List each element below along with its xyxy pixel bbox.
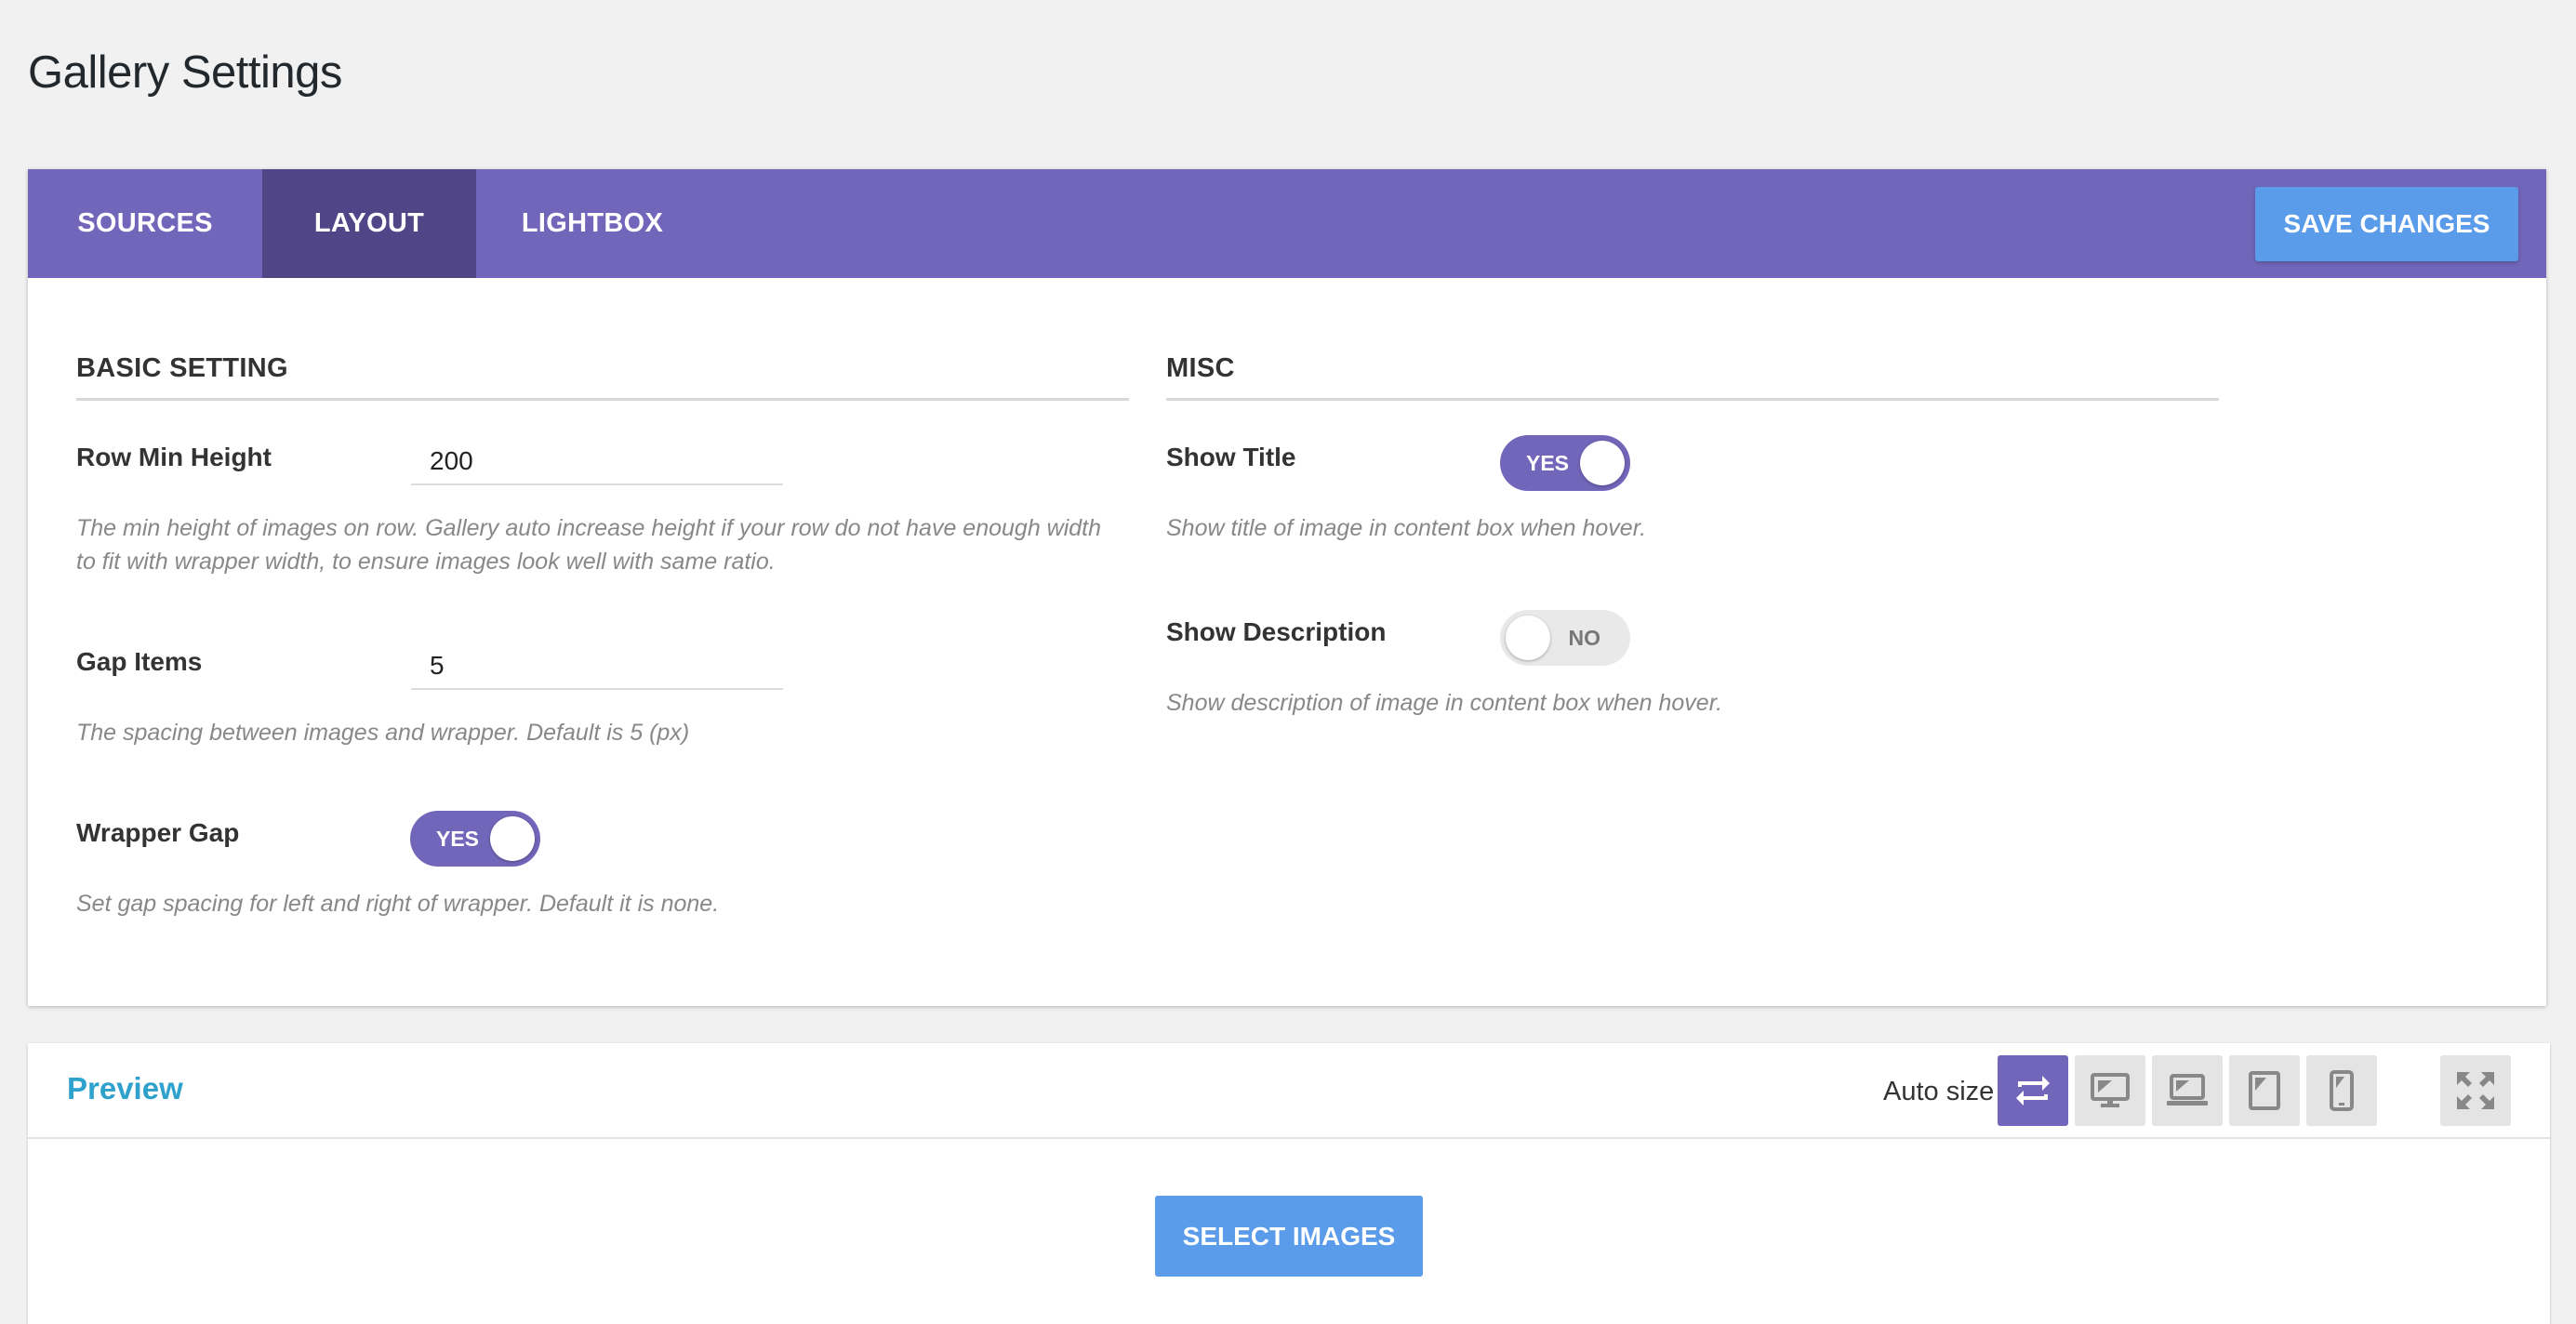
desktop-button[interactable] <box>2075 1055 2145 1126</box>
laptop-button[interactable] <box>2152 1055 2223 1126</box>
fullscreen-icon <box>2457 1072 2494 1109</box>
mobile-icon <box>2330 1070 2354 1111</box>
fullscreen-button[interactable] <box>2440 1055 2511 1126</box>
preview-title: Preview <box>67 1071 183 1106</box>
basic-setting-heading: BASIC SETTING <box>76 353 288 383</box>
show-description-toggle[interactable]: NO <box>1500 610 1630 666</box>
wrapper-gap-label: Wrapper Gap <box>76 818 240 847</box>
mobile-button[interactable] <box>2306 1055 2377 1126</box>
show-title-help: Show title of image in content box when … <box>1166 515 1647 541</box>
tablet-icon <box>2249 1071 2280 1110</box>
preview-header: Preview Auto size <box>28 1043 2550 1139</box>
tablet-button[interactable] <box>2229 1055 2300 1126</box>
show-title-toggle-state: YES <box>1526 451 1570 475</box>
tab-bar: SOURCES LAYOUT LIGHTBOX SAVE CHANGES <box>28 169 2546 278</box>
select-images-button[interactable]: SELECT IMAGES <box>1155 1196 1423 1277</box>
wrapper-gap-toggle-state: YES <box>436 827 480 851</box>
show-title-label: Show Title <box>1166 443 1296 471</box>
settings-panel: SOURCES LAYOUT LIGHTBOX SAVE CHANGES BAS… <box>28 169 2546 1006</box>
row-min-height-help: The min height of images on row. Gallery… <box>76 511 1174 578</box>
laptop-icon <box>2167 1074 2208 1106</box>
tab-sources[interactable]: SOURCES <box>28 169 262 278</box>
toggle-knob <box>1580 441 1625 485</box>
gap-items-help: The spacing between images and wrapper. … <box>76 720 690 746</box>
toggle-knob <box>1506 616 1550 660</box>
toggle-knob <box>490 816 535 861</box>
show-title-toggle[interactable]: YES <box>1500 435 1630 491</box>
show-description-label: Show Description <box>1166 617 1387 646</box>
row-min-height-input[interactable] <box>411 439 783 485</box>
basic-setting-divider <box>76 398 1129 401</box>
misc-heading: MISC <box>1166 353 1235 383</box>
preview-panel: Preview Auto size SELECT IMAGES <box>28 1043 2550 1324</box>
show-description-toggle-state: NO <box>1568 626 1601 650</box>
gap-items-label: Gap Items <box>76 647 203 676</box>
page-title: Gallery Settings <box>28 47 342 98</box>
row-min-height-help-line-2: to fit with wrapper width, to ensure ima… <box>76 549 776 575</box>
auto-size-button[interactable] <box>1998 1055 2068 1126</box>
auto-size-icon <box>2016 1076 2050 1106</box>
save-changes-button[interactable]: SAVE CHANGES <box>2255 187 2518 261</box>
tab-lightbox[interactable]: LIGHTBOX <box>476 169 709 278</box>
row-min-height-help-line-1: The min height of images on row. Gallery… <box>76 515 1102 541</box>
wrapper-gap-toggle[interactable]: YES <box>410 811 540 867</box>
desktop-icon <box>2091 1073 2130 1107</box>
show-description-help: Show description of image in content box… <box>1166 690 1723 716</box>
row-min-height-label: Row Min Height <box>76 443 272 471</box>
tab-layout[interactable]: LAYOUT <box>262 169 476 278</box>
auto-size-label: Auto size <box>1883 1077 1995 1106</box>
misc-divider <box>1166 398 2219 401</box>
wrapper-gap-help: Set gap spacing for left and right of wr… <box>76 891 720 917</box>
gap-items-input[interactable] <box>411 643 783 690</box>
